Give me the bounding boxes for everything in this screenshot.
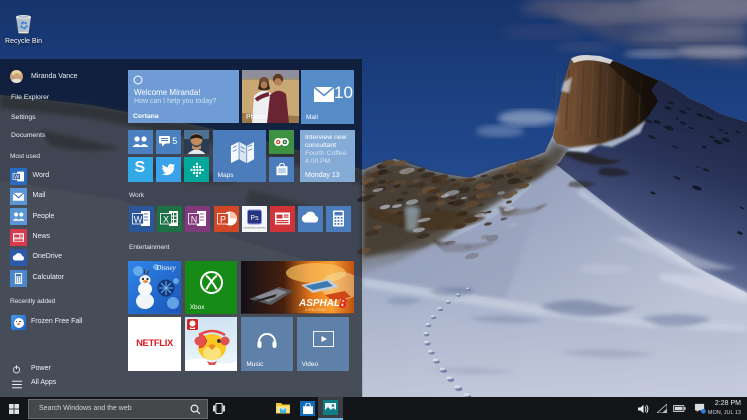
svg-text:Photos: Photos: [246, 114, 268, 121]
svg-text:W: W: [14, 174, 20, 180]
svg-text:Disney: Disney: [155, 264, 176, 272]
svg-text:Ps: Ps: [250, 215, 259, 222]
svg-text:8: 8: [339, 295, 347, 311]
svg-text:N: N: [191, 215, 198, 225]
svg-text:photoshop express: photoshop express: [243, 226, 266, 230]
svg-text:AIRBORNE: AIRBORNE: [305, 307, 326, 312]
svg-text:W: W: [134, 215, 143, 225]
svg-text:P: P: [220, 215, 226, 225]
svg-text:X: X: [163, 215, 169, 225]
